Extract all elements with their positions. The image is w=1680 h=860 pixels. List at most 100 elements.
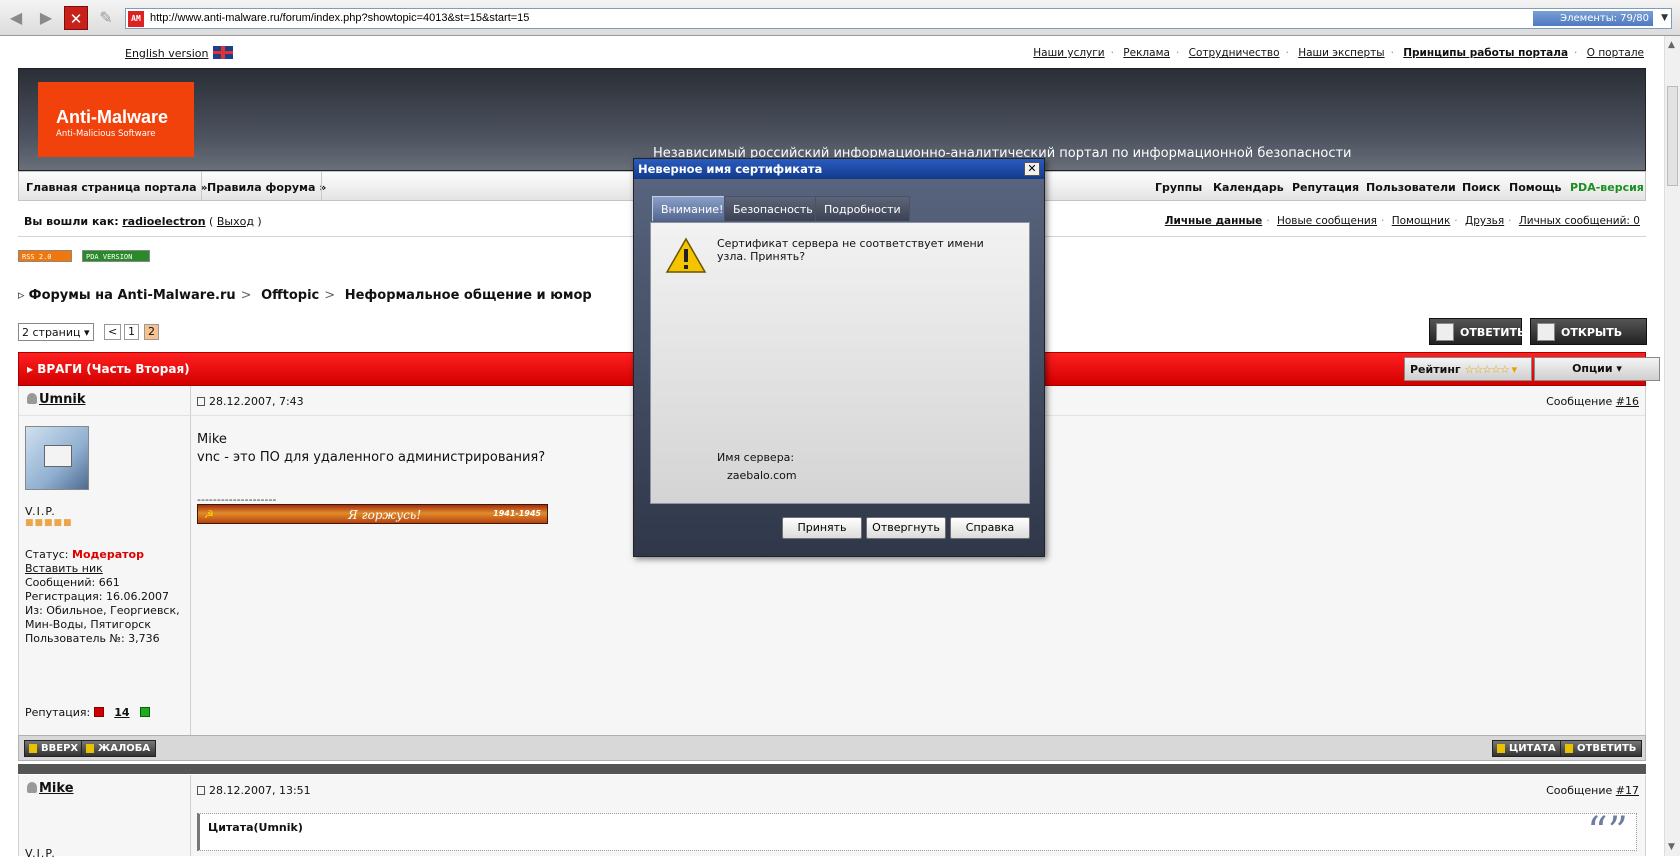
back-button[interactable]: ◀ bbox=[4, 6, 28, 30]
scroll-down-icon[interactable]: ▼ bbox=[1668, 842, 1675, 852]
new-topic-button[interactable]: ОТКРЫТЬ ТЕМУ bbox=[1530, 318, 1647, 366]
breadcrumb: ▹ Форумы на Anti-Malware.ru > Offtopic > Н… bbox=[18, 288, 592, 303]
edit-pen-icon[interactable]: ✎ bbox=[94, 6, 118, 30]
accept-button[interactable]: Принять bbox=[782, 517, 862, 539]
signature-text: Я горжусь! bbox=[348, 508, 422, 522]
user-title: V.I.P. bbox=[25, 505, 56, 518]
nav-help[interactable]: Помощь bbox=[1509, 181, 1561, 194]
tab-details[interactable]: Подробности bbox=[815, 196, 910, 221]
post-16-text-2: vnc - это ПО для удаленного администриро… bbox=[197, 450, 546, 465]
post-16-link[interactable]: #16 bbox=[1616, 395, 1639, 408]
logged-as-label: Вы вошли как: bbox=[24, 215, 119, 228]
logout-link[interactable]: Выход bbox=[217, 215, 254, 228]
post-doc-icon bbox=[197, 786, 205, 795]
logged-in-info: Вы вошли как: radioelectron ( Выход ) bbox=[24, 215, 262, 228]
crumb-forums[interactable]: Форумы на Anti-Malware.ru bbox=[29, 288, 236, 303]
username-link[interactable]: radioelectron bbox=[122, 215, 205, 228]
page-prev-button[interactable]: < bbox=[104, 324, 122, 340]
nav-portal-home[interactable]: Главная страница портала » bbox=[26, 181, 208, 194]
link-new-posts[interactable]: Новые сообщения bbox=[1277, 215, 1377, 227]
link-experts[interactable]: Наши эксперты bbox=[1298, 47, 1384, 59]
forward-button[interactable]: ▶ bbox=[34, 6, 58, 30]
dialog-title: Неверное имя сертификата bbox=[634, 159, 1044, 179]
link-ads[interactable]: Реклама bbox=[1123, 47, 1170, 59]
logo-subtitle: Anti-Malicious Software bbox=[56, 129, 156, 139]
link-principles[interactable]: Принципы работы портала bbox=[1403, 47, 1568, 59]
crumb-informal[interactable]: Неформальное общение и юмор bbox=[345, 288, 592, 303]
plus-icon bbox=[1497, 744, 1505, 753]
nav-pda[interactable]: PDA-версия bbox=[1570, 181, 1644, 194]
elements-counter: Элементы: 79/80 bbox=[1533, 11, 1653, 26]
page-1-button[interactable]: 1 bbox=[124, 324, 139, 340]
tab-attention[interactable]: Внимание! bbox=[652, 196, 733, 221]
complain-button[interactable]: ЖАЛОБА bbox=[81, 740, 157, 757]
nav-forum-rules[interactable]: Правила форума » bbox=[207, 181, 326, 194]
link-assistant[interactable]: Помощник bbox=[1392, 215, 1451, 227]
post-16-author[interactable]: Umnik bbox=[27, 392, 85, 407]
quote-button[interactable]: ЦИТАТА bbox=[1492, 740, 1562, 757]
post-16-number: Сообщение #16 bbox=[1546, 395, 1639, 408]
favicon-icon: AM bbox=[128, 11, 144, 27]
help-button[interactable]: Справка bbox=[950, 517, 1030, 539]
link-about[interactable]: О портале bbox=[1587, 47, 1644, 59]
post-17-link[interactable]: #17 bbox=[1616, 784, 1639, 797]
nav-reputation[interactable]: Репутация bbox=[1292, 181, 1359, 194]
server-value: zaebalo.com bbox=[727, 469, 797, 482]
site-logo[interactable]: Anti-Malware Anti-Malicious Software bbox=[38, 82, 194, 157]
link-services[interactable]: Наши услуги bbox=[1033, 47, 1104, 59]
up-button[interactable]: ВВЕРХ bbox=[24, 740, 85, 757]
rep-plus-button[interactable] bbox=[139, 707, 150, 717]
nav-calendar[interactable]: Календарь bbox=[1213, 181, 1284, 194]
rss-badge[interactable]: RSS 2.0 bbox=[18, 250, 72, 262]
signature-years: 1941-1945 bbox=[493, 509, 541, 518]
address-dropdown-icon[interactable]: ▼ bbox=[1661, 13, 1668, 23]
link-friends[interactable]: Друзья bbox=[1465, 215, 1504, 227]
user-posts: Сообщений: 661 bbox=[25, 576, 120, 589]
scroll-up-icon[interactable]: ▲ bbox=[1668, 40, 1675, 50]
quote-mark-icon bbox=[1565, 744, 1573, 753]
tab-security[interactable]: Безопасность bbox=[724, 196, 822, 221]
crumb-offtopic[interactable]: Offtopic bbox=[261, 288, 319, 303]
nav-search[interactable]: Поиск bbox=[1462, 181, 1500, 194]
certificate-dialog: Неверное имя сертификата ✕ Внимание! Без… bbox=[633, 158, 1045, 557]
uk-flag-icon[interactable] bbox=[213, 46, 233, 59]
address-bar[interactable]: AM http://www.anti-malware.ru/forum/inde… bbox=[125, 8, 1672, 29]
nav-groups[interactable]: Группы bbox=[1155, 181, 1202, 194]
close-icon[interactable]: ✕ bbox=[1024, 162, 1040, 176]
vertical-scrollbar[interactable]: ▲ ▼ bbox=[1664, 36, 1680, 856]
hammer-sickle-icon: ☭ bbox=[204, 508, 214, 521]
reputation: Репутация: 14 bbox=[25, 706, 154, 719]
quote-marks-icon: “” bbox=[1587, 809, 1628, 855]
options-dropdown[interactable]: Опции ▾ bbox=[1534, 357, 1660, 381]
avatar bbox=[25, 426, 89, 490]
url-text[interactable]: http://www.anti-malware.ru/forum/index.p… bbox=[150, 12, 529, 24]
dialog-panel: Сертификат сервера не соответствует имен… bbox=[650, 222, 1030, 504]
rep-value[interactable]: 14 bbox=[108, 706, 135, 719]
page-2-current[interactable]: 2 bbox=[144, 324, 159, 340]
quote-header: Цитата(Umnik) bbox=[208, 821, 303, 834]
post-17-author[interactable]: Mike bbox=[27, 781, 74, 796]
rep-minus-button[interactable] bbox=[94, 707, 105, 717]
reply-icon bbox=[1436, 323, 1454, 341]
user-from: Из: Обильное, Георгиевск, Мин-Воды, Пяти… bbox=[25, 604, 180, 631]
signature-banner: ☭ Я горжусь! 1941-1945 bbox=[197, 504, 548, 524]
rating-dropdown[interactable]: Рейтинг ☆☆☆☆☆ ▾ bbox=[1404, 357, 1532, 381]
scrollbar-thumb[interactable] bbox=[1667, 86, 1678, 186]
link-messages[interactable]: Личных сообщений: 0 bbox=[1519, 215, 1640, 227]
english-version-link[interactable]: English version bbox=[125, 47, 209, 60]
link-profile[interactable]: Личные данные bbox=[1165, 215, 1263, 227]
post-17: Mike 28.12.2007, 13:51 Сообщение #17 V.I… bbox=[18, 775, 1646, 860]
reply-button[interactable]: ОТВЕТИТЬ bbox=[1429, 318, 1525, 345]
insert-nick-link[interactable]: Вставить ник bbox=[25, 562, 190, 576]
pages-select[interactable]: 2 страниц ▾ bbox=[18, 323, 94, 341]
user-title: V.I.P. bbox=[25, 847, 56, 860]
stop-button[interactable]: ✕ bbox=[64, 6, 88, 30]
nav-users[interactable]: Пользователи bbox=[1366, 181, 1456, 194]
user-links: Личные данные · Новые сообщения · Помощник… bbox=[1164, 215, 1640, 227]
post-16-date: 28.12.2007, 7:43 bbox=[197, 395, 304, 408]
link-cooperation[interactable]: Сотрудничество bbox=[1189, 47, 1280, 59]
reject-button[interactable]: Отвергнуть bbox=[866, 517, 946, 539]
pda-badge[interactable]: PDA VERSION bbox=[82, 250, 150, 262]
post-reply-button[interactable]: ОТВЕТИТЬ bbox=[1560, 740, 1643, 757]
post-separator bbox=[18, 764, 1646, 774]
